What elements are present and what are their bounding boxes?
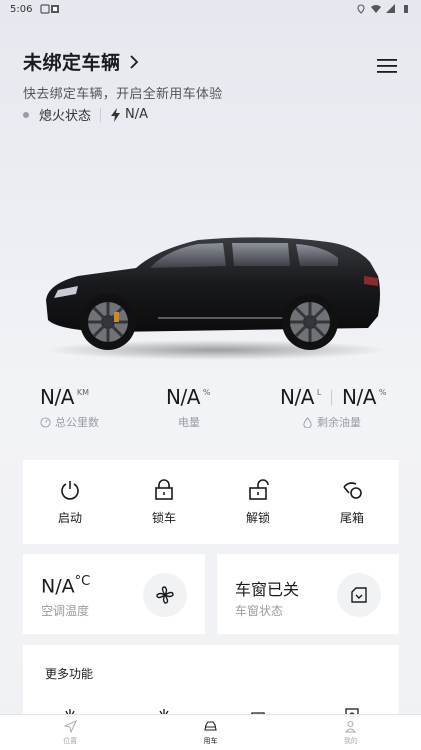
status-time: 5:06 (10, 3, 33, 15)
battery-label: 电量 (178, 416, 200, 429)
tab-vehicle[interactable]: 用车 (180, 720, 240, 746)
unlock-icon (249, 478, 269, 500)
fuel-unit: L (316, 388, 322, 397)
signal-icon (386, 4, 395, 13)
person-icon (345, 720, 357, 732)
engine-status-label: 熄火状态 (39, 109, 92, 124)
tab-profile[interactable]: 我的 (321, 720, 381, 746)
lock-label: 锁车 (151, 510, 176, 525)
unlock-button[interactable]: 解锁 (228, 478, 288, 526)
fan-icon (156, 586, 174, 604)
tab-profile-label: 我的 (343, 736, 358, 745)
mileage-value: N/A (40, 385, 74, 409)
charging-bolt-icon (111, 107, 121, 122)
status-bar: 5:06 (0, 0, 421, 18)
trunk-button[interactable]: 尾箱 (322, 479, 382, 526)
charge-status-value: N/A (125, 107, 149, 122)
window-icon (351, 587, 367, 603)
drop-icon (303, 416, 312, 428)
battery-unit: % (202, 388, 211, 397)
notification-icon (40, 4, 51, 14)
tab-location-label: 位置 (63, 736, 78, 745)
vehicle-header: 未绑定车辆 快去绑定车辆，开启全新用车体验 (23, 48, 401, 102)
front-wheel (80, 294, 136, 350)
fuel-label: 剩余油量 (317, 416, 361, 429)
battery-icon (404, 5, 408, 13)
window-label: 车窗状态 (235, 604, 284, 618)
mileage-unit: KM (76, 388, 90, 397)
navigation-icon (63, 719, 77, 733)
stat-mileage: N/A KM 总公里数 (40, 385, 99, 430)
power-icon (61, 480, 79, 500)
stat-fuel-percent: N/A% (342, 385, 387, 409)
car-icon (204, 720, 217, 731)
divider (100, 107, 102, 122)
climate-value: N/A (41, 575, 75, 598)
more-features-title: 更多功能 (45, 667, 94, 681)
climate-unit: °C (74, 574, 91, 589)
mileage-label: 总公里数 (55, 416, 99, 429)
wifi-icon (371, 5, 381, 13)
vehicle-stats: N/A KM 总公里数 N/A% 电量 N/A L 剩余油量 N/A% (0, 385, 421, 435)
climate-button[interactable] (143, 573, 187, 617)
speedometer-icon (40, 416, 51, 428)
page-title: 未绑定车辆 (23, 52, 121, 74)
vehicle-image (44, 237, 388, 360)
rear-wheel (282, 294, 338, 350)
lock-button[interactable]: 锁车 (134, 478, 194, 526)
menu-icon[interactable] (377, 58, 397, 74)
unlock-label: 解锁 (245, 510, 270, 525)
location-icon (357, 4, 365, 14)
fuel-percent-unit: % (378, 388, 387, 397)
climate-card[interactable]: N/A°C 空调温度 (23, 554, 205, 634)
climate-label: 空调温度 (41, 604, 90, 618)
trunk-icon (343, 481, 362, 499)
start-button[interactable]: 启动 (40, 479, 100, 526)
app-notification-icon (51, 5, 60, 13)
start-label: 启动 (57, 510, 82, 525)
engine-status-dot (23, 111, 29, 118)
bind-vehicle-link[interactable]: 未绑定车辆 (23, 48, 401, 75)
trunk-label: 尾箱 (339, 510, 364, 525)
window-card[interactable]: 车窗已关 车窗状态 (217, 554, 399, 634)
tab-vehicle-label: 用车 (203, 736, 218, 745)
bottom-tab-bar: 位置 用车 我的 (0, 714, 421, 750)
battery-value: N/A (166, 385, 200, 409)
divider (331, 390, 332, 406)
chevron-right-icon (129, 54, 138, 69)
page-subtitle: 快去绑定车辆，开启全新用车体验 (23, 87, 223, 102)
lock-icon (155, 478, 173, 500)
stat-battery: N/A% 电量 (166, 385, 211, 430)
tab-location[interactable]: 位置 (40, 719, 100, 746)
fuel-percent-value: N/A (342, 385, 376, 409)
vehicle-state-row: 熄火状态 N/A (23, 105, 148, 124)
window-value: 车窗已关 (235, 580, 300, 599)
window-button[interactable] (337, 573, 381, 617)
fuel-value: N/A (280, 385, 314, 409)
remote-actions-card: 启动 锁车 解锁 尾箱 (23, 460, 399, 544)
